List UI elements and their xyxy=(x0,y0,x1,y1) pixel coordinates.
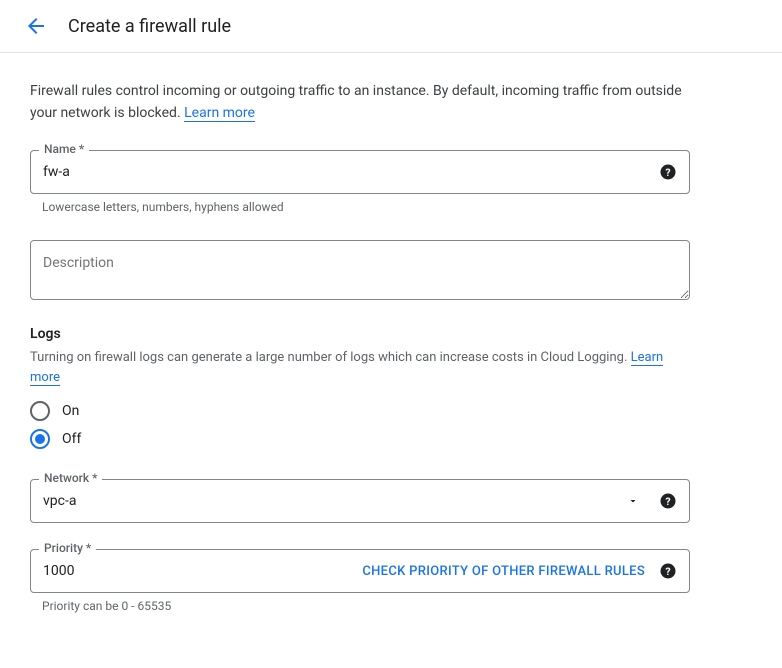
name-input[interactable] xyxy=(43,164,653,180)
check-priority-button[interactable]: CHECK PRIORITY OF OTHER FIREWALL RULES xyxy=(362,564,645,579)
logs-title: Logs xyxy=(30,326,690,342)
page-title: Create a firewall rule xyxy=(68,16,231,37)
help-icon[interactable]: ? xyxy=(659,492,677,510)
logs-off-radio[interactable]: Off xyxy=(30,425,690,453)
name-hint: Lowercase letters, numbers, hyphens allo… xyxy=(42,200,690,214)
intro-learn-more-link[interactable]: Learn more xyxy=(184,105,255,122)
priority-field[interactable]: Priority * CHECK PRIORITY OF OTHER FIREW… xyxy=(30,549,690,593)
priority-hint: Priority can be 0 - 65535 xyxy=(42,599,690,613)
name-label: Name * xyxy=(39,142,89,156)
logs-off-label: Off xyxy=(62,431,81,447)
svg-text:?: ? xyxy=(665,166,670,179)
logs-desc: Turning on firewall logs can generate a … xyxy=(30,348,690,387)
description-textarea[interactable] xyxy=(31,241,689,299)
logs-on-label: On xyxy=(62,403,79,419)
intro-copy: Firewall rules control incoming or outgo… xyxy=(30,83,682,121)
description-field[interactable] xyxy=(30,240,690,300)
radio-unchecked-icon xyxy=(30,401,50,421)
help-icon[interactable]: ? xyxy=(659,163,677,181)
svg-text:?: ? xyxy=(665,565,670,578)
network-value: vpc-a xyxy=(43,493,623,509)
form-content: Firewall rules control incoming or outgo… xyxy=(0,53,720,613)
intro-text: Firewall rules control incoming or outgo… xyxy=(30,81,690,124)
back-arrow-icon[interactable] xyxy=(24,14,48,38)
network-label: Network * xyxy=(39,471,102,485)
priority-input[interactable] xyxy=(43,563,221,579)
chevron-down-icon xyxy=(627,495,639,507)
priority-label: Priority * xyxy=(39,541,96,555)
logs-on-radio[interactable]: On xyxy=(30,397,690,425)
help-icon[interactable]: ? xyxy=(659,562,677,580)
network-field[interactable]: Network * vpc-a ? xyxy=(30,479,690,523)
header-bar: Create a firewall rule xyxy=(0,0,782,53)
svg-text:?: ? xyxy=(665,495,670,508)
radio-checked-icon xyxy=(30,429,50,449)
name-field[interactable]: Name * ? xyxy=(30,150,690,194)
logs-desc-text: Turning on firewall logs can generate a … xyxy=(30,350,631,365)
